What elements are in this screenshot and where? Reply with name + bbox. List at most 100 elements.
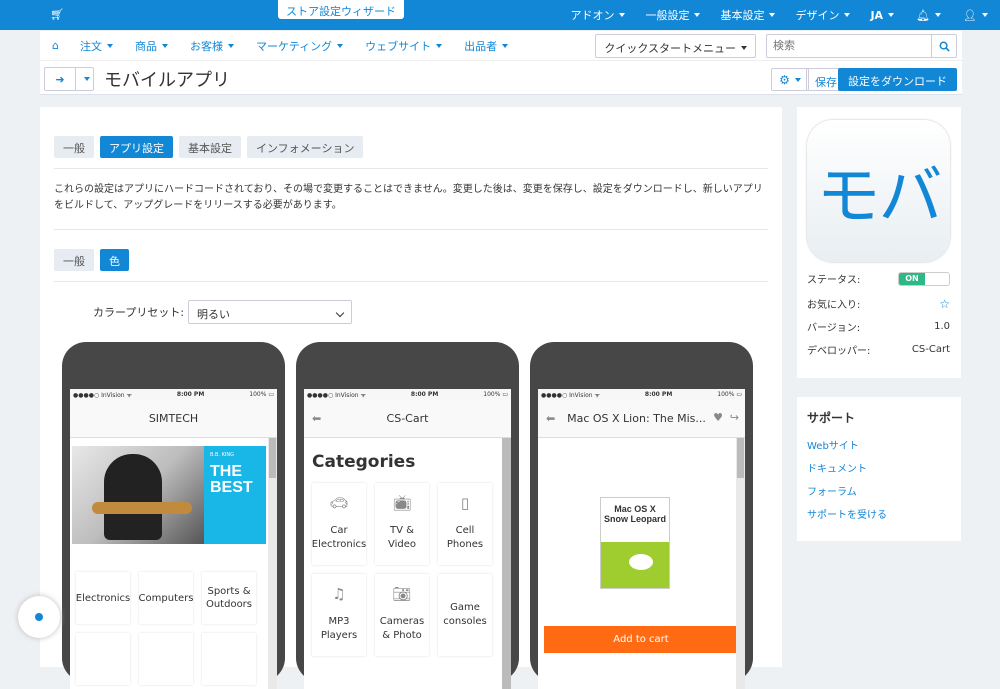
battery-text: 100% ▭ — [483, 391, 508, 398]
phone-preview-categories: ●●●●○ InVision ᯤ 8:00 PM 100% ▭ ⬅ CS-Cart C… — [296, 342, 519, 689]
category-cell[interactable]: Computers — [139, 572, 193, 624]
category-cell[interactable]: 🚗︎ Car Electronics — [312, 483, 366, 565]
version-value: 1.0 — [934, 321, 950, 332]
gear-icon[interactable]: ⚙ — [771, 68, 809, 91]
category-cell[interactable] — [202, 633, 256, 685]
back-dropdown[interactable] — [75, 68, 93, 90]
status-toggle[interactable]: ON — [898, 271, 950, 286]
scrollbar[interactable] — [736, 438, 745, 689]
search-input[interactable] — [766, 34, 932, 58]
status-label: ステータス: — [807, 275, 861, 286]
menu-orders[interactable]: 注文 — [69, 38, 124, 54]
developer-value: CS-Cart — [911, 344, 950, 355]
category-cell[interactable] — [139, 633, 193, 685]
time-text: 8:00 PM — [410, 391, 439, 398]
status-bar: ●●●●○ InVision ᯤ 8:00 PM 100% ▭ — [70, 389, 277, 400]
support-link-website[interactable]: Webサイト — [807, 437, 951, 452]
category-cell[interactable]: Sports & Outdoors — [202, 572, 256, 624]
app-icon: モバ — [807, 120, 950, 262]
tab-general[interactable]: 一般 — [54, 136, 94, 158]
product-image: Mac OS X Snow Leopard — [600, 497, 670, 589]
battery-text: 100% ▭ — [717, 391, 742, 398]
divider — [54, 229, 768, 230]
app-title: CS-Cart — [386, 412, 429, 425]
time-text: 8:00 PM — [644, 391, 673, 398]
book-title: Mac OS X Snow Leopard — [603, 504, 666, 524]
scrollbar[interactable] — [268, 438, 277, 689]
favorite-row: お気に入り: ☆ — [807, 296, 950, 312]
color-preset-select[interactable]: 明るい — [188, 300, 352, 324]
category-cell[interactable]: Electronics — [76, 572, 130, 624]
back-arrow-icon[interactable]: ⬅ — [546, 412, 555, 425]
phone-preview-home: ●●●●○ InVision ᯤ 8:00 PM 100% ▭ SIMTECH B.… — [62, 342, 285, 689]
sub-nav: ⌂ 注文 商品 お客様 マーケティング ウェブサイト 出品者 クイックスタートメ… — [40, 31, 962, 95]
home-icon[interactable]: ⌂ — [40, 39, 69, 52]
bell-icon[interactable]: 🔔︎ — [904, 9, 953, 22]
subtab-colors[interactable]: 色 — [100, 249, 129, 271]
category-cell[interactable]: ♫ MP3 Players — [312, 574, 366, 656]
app-header: ⬅ Mac OS X Lion: The Mis... ♥ ↪ — [538, 400, 745, 438]
category-grid: 🚗︎ Car Electronics 📺︎ TV & Video ▯ Cell Pho… — [312, 483, 492, 656]
language-selector[interactable]: JA — [860, 9, 904, 22]
favorite-label: お気に入り: — [807, 300, 861, 311]
category-label: TV & Video — [387, 525, 417, 550]
settings-tabs: 一般 アプリ設定 基本設定 インフォメーション — [54, 136, 364, 158]
tab-information[interactable]: インフォメーション — [247, 136, 364, 158]
category-cell[interactable]: ▯ Cell Phones — [438, 483, 492, 565]
back-arrow-icon[interactable]: ➜ — [45, 68, 75, 90]
carrier-text: ●●●●○ InVision ᯤ — [307, 391, 366, 399]
battery-text: 100% ▭ — [249, 391, 274, 398]
chat-widget-icon[interactable] — [18, 596, 60, 638]
page-title: モバイルアプリ — [104, 70, 230, 91]
nav-basic-settings[interactable]: 基本設定 — [710, 7, 785, 23]
menu-products[interactable]: 商品 — [124, 38, 179, 54]
support-title: サポート — [807, 411, 856, 425]
user-icon[interactable]: 👤︎ — [953, 9, 1000, 22]
phone-preview-product: ●●●●○ InVision ᯤ 8:00 PM 100% ▭ ⬅ Mac OS X … — [530, 342, 753, 689]
menu-vendors[interactable]: 出品者 — [453, 38, 519, 54]
subtab-general[interactable]: 一般 — [54, 249, 94, 271]
top-bar: 🛒︎ ストア設定ウィザード アドオン 一般設定 基本設定 デザイン JA 🔔︎ … — [0, 0, 1000, 30]
nav-addons[interactable]: アドオン — [560, 7, 635, 23]
category-cell[interactable] — [76, 633, 130, 685]
category-label: Car Electronics — [311, 525, 367, 550]
menu-website[interactable]: ウェブサイト — [354, 38, 453, 54]
tab-basic-settings[interactable]: 基本設定 — [179, 136, 241, 158]
heart-icon[interactable]: ♥ — [713, 411, 723, 424]
cart-icon[interactable]: 🛒︎ — [50, 8, 64, 21]
star-icon[interactable]: ☆ — [939, 297, 950, 311]
category-label: Cameras & Photo — [379, 616, 425, 641]
car-icon: 🚗︎ — [329, 494, 349, 512]
menu-marketing[interactable]: マーケティング — [245, 38, 354, 54]
support-link-help[interactable]: サポートを受ける — [807, 506, 951, 521]
store-wizard-button[interactable]: ストア設定ウィザード — [278, 0, 404, 19]
category-cell[interactable]: 📺︎ TV & Video — [375, 483, 429, 565]
share-icon[interactable]: ↪ — [730, 411, 739, 424]
developer-row: デベロッパー: CS-Cart — [807, 342, 950, 357]
promo-banner[interactable]: B.B. KING THE BEST — [72, 446, 266, 544]
support-link-docs[interactable]: ドキュメント — [807, 460, 951, 475]
phone-screen: ●●●●○ InVision ᯤ 8:00 PM 100% ▭ ⬅ CS-Cart C… — [304, 389, 511, 689]
app-header: SIMTECH — [70, 400, 277, 438]
categories-heading: Categories — [312, 452, 416, 472]
version-label: バージョン: — [807, 323, 861, 334]
search-button[interactable] — [931, 34, 957, 58]
scrollbar[interactable] — [502, 438, 511, 689]
support-panel: サポート Webサイト ドキュメント フォーラム サポートを受ける — [797, 397, 961, 541]
app-title: SIMTECH — [148, 412, 199, 425]
tab-app-settings[interactable]: アプリ設定 — [100, 136, 173, 158]
nav-design[interactable]: デザイン — [785, 7, 860, 23]
divider — [54, 281, 768, 282]
main-panel: 一般 アプリ設定 基本設定 インフォメーション これらの設定はアプリにハードコー… — [40, 107, 782, 689]
nav-general-settings[interactable]: 一般設定 — [635, 7, 710, 23]
back-arrow-icon[interactable]: ⬅ — [312, 412, 321, 425]
menu-customers[interactable]: お客様 — [179, 38, 245, 54]
quickstart-menu[interactable]: クイックスタートメニュー — [595, 34, 756, 58]
app-header: ⬅ CS-Cart — [304, 400, 511, 438]
download-settings-button[interactable]: 設定をダウンロード — [838, 68, 957, 91]
support-link-forum[interactable]: フォーラム — [807, 483, 951, 498]
mp3-icon: ♫ — [332, 585, 346, 603]
add-to-cart-button[interactable]: Add to cart — [544, 626, 738, 653]
category-cell[interactable]: Game consoles — [438, 574, 492, 656]
category-cell[interactable]: 📷︎ Cameras & Photo — [375, 574, 429, 656]
